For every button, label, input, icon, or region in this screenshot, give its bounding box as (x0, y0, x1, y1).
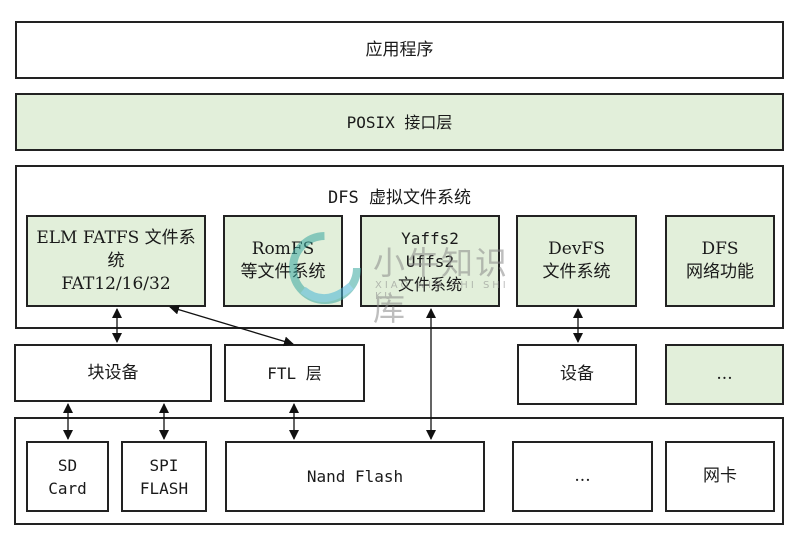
device-label: 设备 (560, 364, 594, 384)
middle-more-label: ... (716, 364, 733, 384)
fs-dfs-network: DFS 网络功能 (665, 215, 775, 307)
middle-more: ... (665, 344, 784, 405)
fs-romfs: RomFS 等文件系统 (223, 215, 343, 307)
fs-yaffs-label: Yaffs2 Uffs2 文件系统 (397, 228, 462, 294)
fs-dfsnet-label: DFS 网络功能 (686, 239, 754, 282)
posix-interface-layer: POSIX 接口层 (15, 93, 784, 151)
hw-sd-label: SD Card (48, 455, 87, 498)
hw-nand-label: Nand Flash (306, 467, 404, 486)
posix-label: POSIX 接口层 (346, 112, 453, 132)
application-layer: 应用程序 (15, 21, 784, 79)
fs-romfs-label: RomFS 等文件系统 (240, 239, 326, 282)
ftl-label: FTL 层 (267, 363, 322, 383)
hw-more-label: ... (574, 466, 591, 486)
fs-devfs-label: DevFS 文件系统 (542, 239, 611, 282)
hw-nic-label: 网卡 (703, 466, 737, 486)
fs-elm-label: ELM FATFS 文件系统 FAT12/16/32 (36, 227, 196, 294)
block-device: 块设备 (14, 344, 212, 402)
fs-elm-fatfs: ELM FATFS 文件系统 FAT12/16/32 (26, 215, 206, 307)
application-label: 应用程序 (365, 39, 434, 60)
hw-sd-card: SD Card (26, 441, 109, 512)
hw-spi-label: SPI FLASH (139, 455, 189, 498)
hw-network-card: 网卡 (665, 441, 775, 512)
fs-yaffs2-uffs2: Yaffs2 Uffs2 文件系统 (360, 215, 500, 307)
block-device-label: 块设备 (87, 362, 139, 383)
device: 设备 (517, 344, 637, 405)
hw-spi-flash: SPI FLASH (121, 441, 207, 512)
fs-devfs: DevFS 文件系统 (516, 215, 637, 307)
hw-nand-flash: Nand Flash (225, 441, 485, 512)
ftl-layer: FTL 层 (224, 344, 365, 402)
hw-more: ... (512, 441, 653, 512)
dfs-title: DFS 虚拟文件系统 (328, 188, 471, 208)
